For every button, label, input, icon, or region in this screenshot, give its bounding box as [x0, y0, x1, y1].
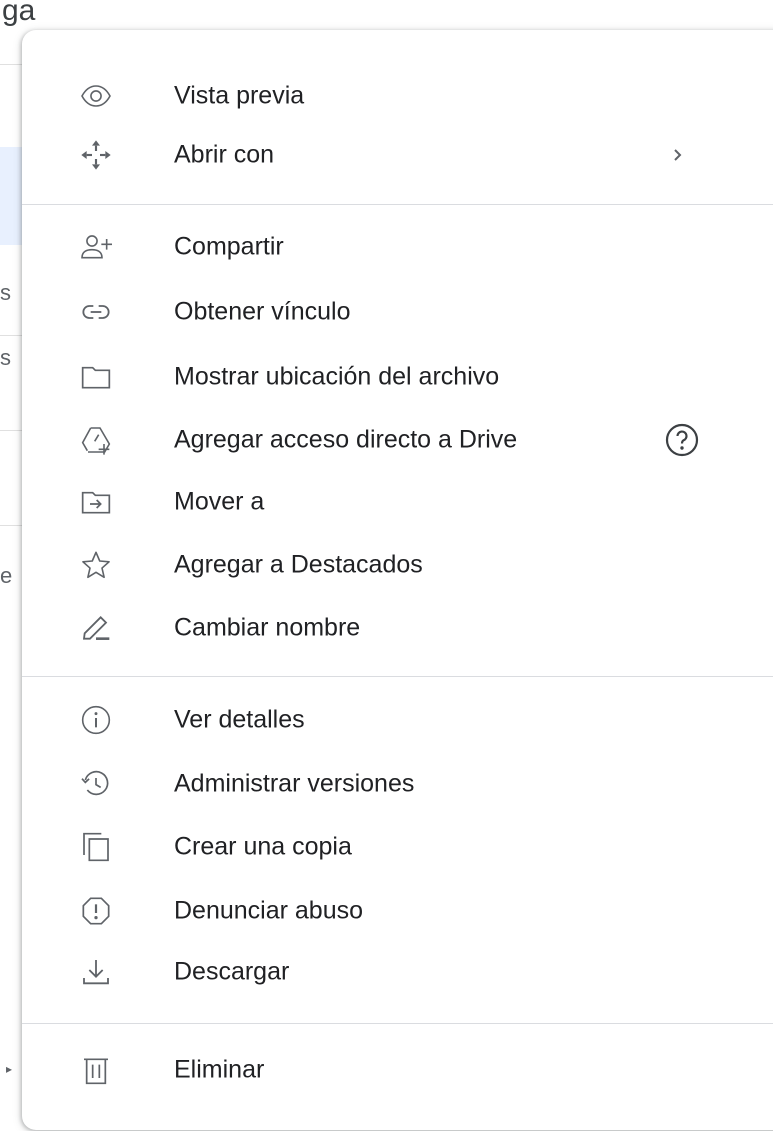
- person-add-icon: [80, 231, 112, 263]
- menu-item-label: Compartir: [174, 232, 284, 261]
- context-menu: Vista previa Abrir con Compartir Obtener…: [22, 30, 773, 1130]
- menu-item-add-shortcut[interactable]: Agregar acceso directo a Drive: [22, 412, 773, 468]
- menu-item-view-details[interactable]: Ver detalles: [22, 692, 773, 748]
- background-row-divider: [0, 430, 22, 431]
- background-selected-row: [0, 147, 22, 245]
- menu-item-make-copy[interactable]: Crear una copia: [22, 819, 773, 875]
- menu-item-manage-versions[interactable]: Administrar versiones: [22, 756, 773, 812]
- background-partial-title: ga: [2, 0, 36, 27]
- history-icon: [80, 768, 112, 800]
- menu-divider: [22, 1023, 773, 1024]
- copy-icon: [80, 831, 112, 863]
- menu-item-label: Agregar acceso directo a Drive: [174, 425, 518, 454]
- menu-item-label: Vista previa: [174, 81, 305, 110]
- menu-item-rename[interactable]: Cambiar nombre: [22, 600, 773, 656]
- background-partial-text: s: [0, 280, 11, 305]
- folder-move-icon: [80, 486, 112, 518]
- menu-item-open-with[interactable]: Abrir con: [22, 127, 773, 183]
- menu-item-delete[interactable]: Eliminar: [22, 1042, 773, 1098]
- menu-item-label: Administrar versiones: [174, 769, 415, 798]
- menu-item-label: Agregar a Destacados: [174, 550, 423, 579]
- trash-icon: [80, 1054, 112, 1086]
- menu-item-label: Ver detalles: [174, 705, 305, 734]
- link-icon: [80, 296, 112, 328]
- menu-item-label: Mostrar ubicación del archivo: [174, 362, 500, 391]
- eye-icon: [80, 80, 112, 112]
- menu-divider: [22, 676, 773, 677]
- chevron-right-icon: [668, 141, 688, 169]
- menu-item-download[interactable]: Descargar: [22, 944, 773, 1000]
- menu-divider: [22, 204, 773, 205]
- star-outline-icon: [80, 549, 112, 581]
- menu-item-label: Abrir con: [174, 140, 275, 169]
- info-icon: [80, 704, 112, 736]
- background-row-divider: [0, 525, 22, 526]
- menu-item-preview[interactable]: Vista previa: [22, 68, 773, 124]
- menu-item-label: Eliminar: [174, 1055, 265, 1084]
- background-row-divider: [0, 335, 22, 336]
- help-circle-icon[interactable]: [664, 422, 700, 458]
- menu-item-move-to[interactable]: Mover a: [22, 474, 773, 530]
- menu-item-get-link[interactable]: Obtener vínculo: [22, 284, 773, 340]
- menu-item-show-file-location[interactable]: Mostrar ubicación del archivo: [22, 349, 773, 405]
- background-row-divider: [0, 64, 22, 65]
- menu-item-label: Denunciar abuso: [174, 896, 364, 925]
- folder-icon: [80, 361, 112, 393]
- menu-item-report-abuse[interactable]: Denunciar abuso: [22, 883, 773, 939]
- menu-item-share[interactable]: Compartir: [22, 219, 773, 275]
- download-icon: [80, 956, 112, 988]
- drive-shortcut-add-icon: [80, 424, 112, 456]
- background-partial-text: s: [0, 345, 11, 370]
- menu-item-label: Cambiar nombre: [174, 613, 361, 642]
- background-expand-arrow-icon: ▸: [6, 1062, 13, 1076]
- move-arrows-icon: [80, 139, 112, 171]
- menu-item-label: Descargar: [174, 957, 290, 986]
- report-icon: [80, 895, 112, 927]
- menu-item-label: Mover a: [174, 487, 265, 516]
- pencil-icon: [80, 612, 112, 644]
- menu-item-add-starred[interactable]: Agregar a Destacados: [22, 537, 773, 593]
- background-partial-text: e: [0, 563, 13, 588]
- menu-item-label: Crear una copia: [174, 832, 352, 861]
- menu-item-label: Obtener vínculo: [174, 297, 351, 326]
